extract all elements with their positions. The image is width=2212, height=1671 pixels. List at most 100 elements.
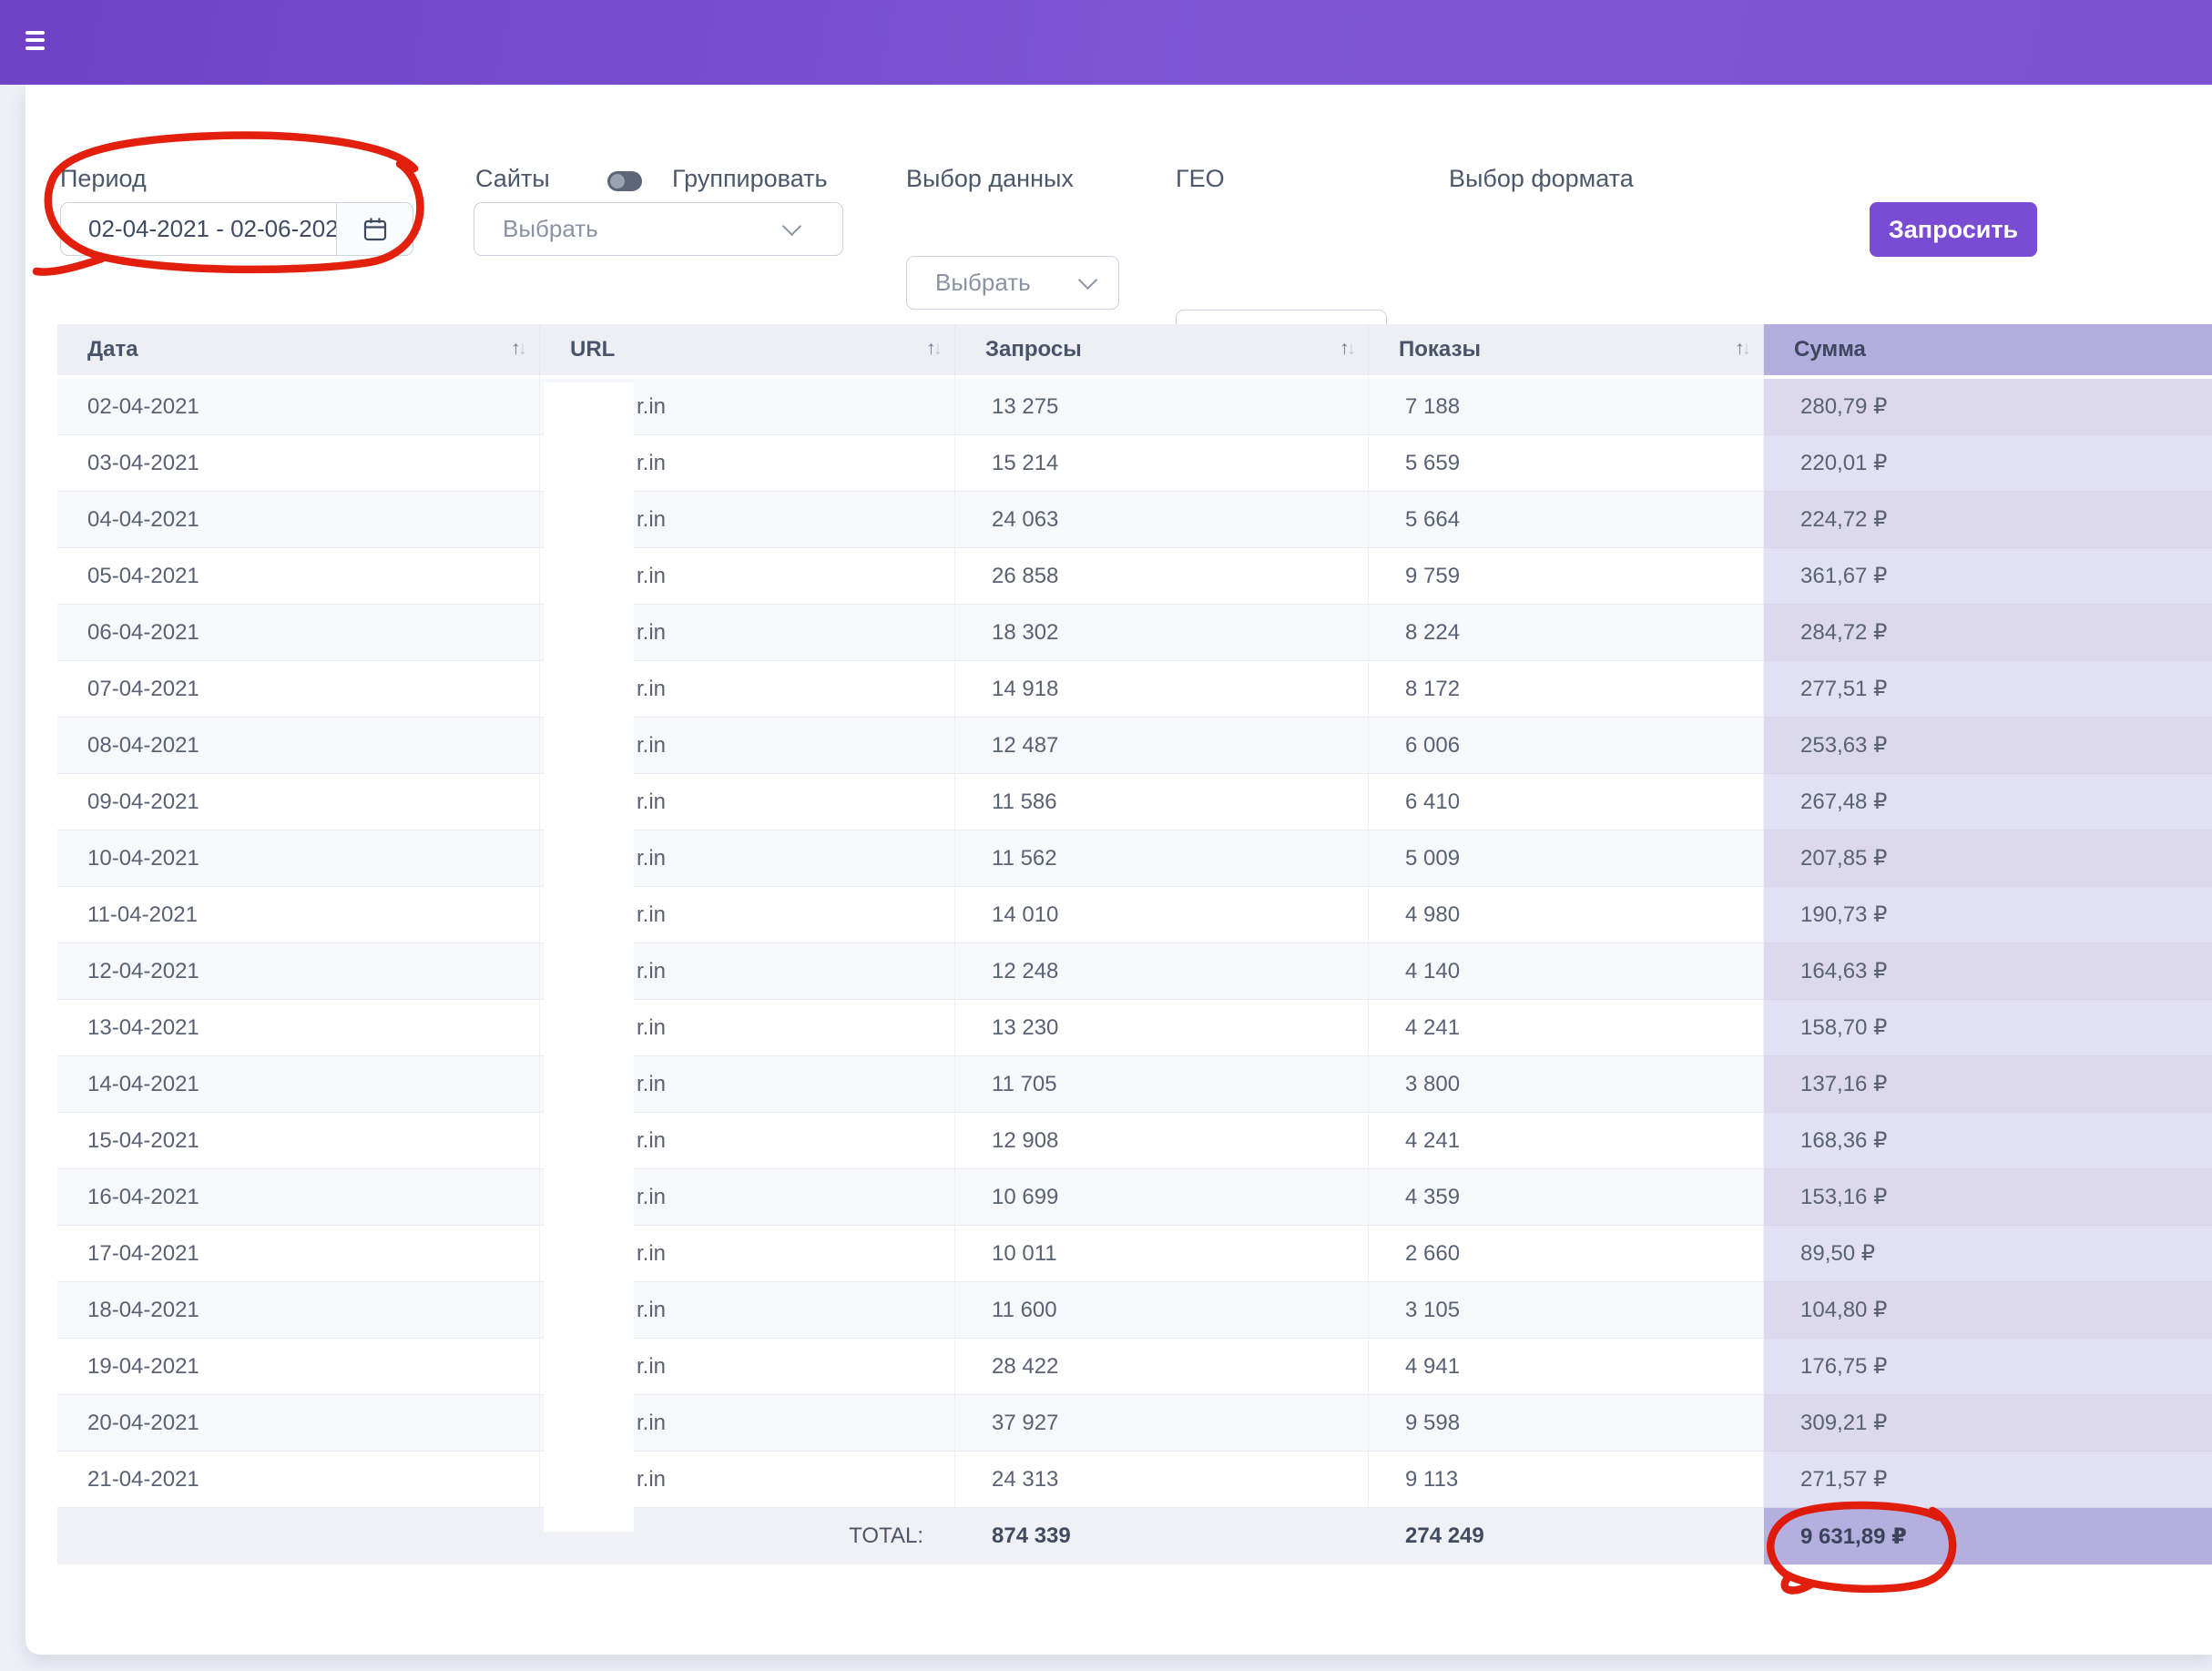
- table-row: 07-04-2021 r.in 14 918 8 172 277,51 ₽: [57, 661, 2212, 718]
- stats-table: Дата ↑↓ URL ↑↓ Запросы ↑↓ Показы ↑↓ Сумм…: [57, 324, 2212, 1564]
- calendar-button[interactable]: [336, 203, 413, 255]
- table-row: 20-04-2021 r.in 37 927 9 598 309,21 ₽: [57, 1395, 2212, 1452]
- cell-impressions: 8 172: [1368, 661, 1763, 718]
- cell-impressions: 9 598: [1368, 1395, 1763, 1452]
- table-row: 19-04-2021 r.in 28 422 4 941 176,75 ₽: [57, 1339, 2212, 1395]
- table-row: 14-04-2021 r.in 11 705 3 800 137,16 ₽: [57, 1056, 2212, 1113]
- cell-impressions: 2 660: [1368, 1226, 1763, 1282]
- cell-impressions: 6 006: [1368, 718, 1763, 774]
- cell-impressions: 4 140: [1368, 943, 1763, 1000]
- column-header-url[interactable]: URL ↑↓: [539, 324, 954, 379]
- cell-amount: 271,57 ₽: [1763, 1452, 2212, 1508]
- cell-impressions: 9 113: [1368, 1452, 1763, 1508]
- cell-amount: 176,75 ₽: [1763, 1339, 2212, 1395]
- cell-amount: 253,63 ₽: [1763, 718, 2212, 774]
- total-amount: 9 631,89 ₽: [1763, 1508, 2212, 1564]
- cell-date: 17-04-2021: [57, 1226, 539, 1282]
- cell-amount: 137,16 ₽: [1763, 1056, 2212, 1113]
- column-header-date[interactable]: Дата ↑↓: [57, 324, 539, 379]
- column-header-requests[interactable]: Запросы ↑↓: [954, 324, 1368, 379]
- cell-requests: 12 487: [954, 718, 1368, 774]
- sites-select[interactable]: Выбрать: [474, 202, 843, 256]
- cell-impressions: 4 941: [1368, 1339, 1763, 1395]
- cell-impressions: 4 241: [1368, 1113, 1763, 1169]
- cell-requests: 13 230: [954, 1000, 1368, 1056]
- url-redaction-block: [544, 382, 634, 1532]
- cell-date: 12-04-2021: [57, 943, 539, 1000]
- cell-date: 21-04-2021: [57, 1452, 539, 1508]
- toggle-knob-icon: [610, 174, 625, 188]
- cell-impressions: 5 664: [1368, 492, 1763, 548]
- cell-amount: 280,79 ₽: [1763, 379, 2212, 435]
- table-row: 02-04-2021 r.in 13 275 7 188 280,79 ₽: [57, 379, 2212, 435]
- top-app-bar: [0, 0, 2212, 85]
- cell-date: 15-04-2021: [57, 1113, 539, 1169]
- cell-amount: 104,80 ₽: [1763, 1282, 2212, 1339]
- cell-date: 06-04-2021: [57, 605, 539, 661]
- cell-amount: 190,73 ₽: [1763, 887, 2212, 943]
- geo-select-label: ГЕО: [1176, 165, 1225, 192]
- cell-date: 08-04-2021: [57, 718, 539, 774]
- total-requests: 874 339: [954, 1508, 1368, 1564]
- table-row: 10-04-2021 r.in 11 562 5 009 207,85 ₽: [57, 830, 2212, 887]
- cell-date: 14-04-2021: [57, 1056, 539, 1113]
- table-row: 16-04-2021 r.in 10 699 4 359 153,16 ₽: [57, 1169, 2212, 1226]
- cell-date: 18-04-2021: [57, 1282, 539, 1339]
- sites-label: Сайты: [475, 165, 550, 192]
- submit-button[interactable]: Запросить: [1870, 202, 2037, 257]
- table-header-row: Дата ↑↓ URL ↑↓ Запросы ↑↓ Показы ↑↓ Сумм…: [57, 324, 2212, 379]
- format-select-label: Выбор формата: [1449, 165, 1634, 192]
- cell-date: 03-04-2021: [57, 435, 539, 492]
- cell-impressions: 4 241: [1368, 1000, 1763, 1056]
- cell-requests: 26 858: [954, 548, 1368, 605]
- menu-button[interactable]: [11, 19, 49, 57]
- cell-amount: 277,51 ₽: [1763, 661, 2212, 718]
- cell-impressions: 5 659: [1368, 435, 1763, 492]
- cell-amount: 164,63 ₽: [1763, 943, 2212, 1000]
- cell-requests: 11 600: [954, 1282, 1368, 1339]
- data-select[interactable]: Выбрать: [906, 256, 1119, 310]
- cell-amount: 267,48 ₽: [1763, 774, 2212, 830]
- cell-date: 02-04-2021: [57, 379, 539, 435]
- sort-icon: ↑↓: [1735, 338, 1751, 360]
- cell-date: 13-04-2021: [57, 1000, 539, 1056]
- table-row: 09-04-2021 r.in 11 586 6 410 267,48 ₽: [57, 774, 2212, 830]
- sort-icon: ↑↓: [1340, 338, 1356, 360]
- period-date-input[interactable]: [61, 203, 336, 255]
- cell-date: 10-04-2021: [57, 830, 539, 887]
- table-row: 18-04-2021 r.in 11 600 3 105 104,80 ₽: [57, 1282, 2212, 1339]
- cell-date: 20-04-2021: [57, 1395, 539, 1452]
- cell-amount: 309,21 ₽: [1763, 1395, 2212, 1452]
- cell-date: 07-04-2021: [57, 661, 539, 718]
- table-row: 05-04-2021 r.in 26 858 9 759 361,67 ₽: [57, 548, 2212, 605]
- column-header-amount: Сумма: [1763, 324, 2212, 379]
- cell-date: 16-04-2021: [57, 1169, 539, 1226]
- cell-amount: 158,70 ₽: [1763, 1000, 2212, 1056]
- table-row: 03-04-2021 r.in 15 214 5 659 220,01 ₽: [57, 435, 2212, 492]
- table-row: 08-04-2021 r.in 12 487 6 006 253,63 ₽: [57, 718, 2212, 774]
- cell-impressions: 3 105: [1368, 1282, 1763, 1339]
- column-header-impressions[interactable]: Показы ↑↓: [1368, 324, 1763, 379]
- calendar-icon: [363, 218, 386, 240]
- cell-date: 04-04-2021: [57, 492, 539, 548]
- cell-amount: 224,72 ₽: [1763, 492, 2212, 548]
- cell-amount: 168,36 ₽: [1763, 1113, 2212, 1169]
- hamburger-icon: [16, 30, 45, 50]
- chevron-down-icon: [781, 216, 802, 237]
- cell-amount: 284,72 ₽: [1763, 605, 2212, 661]
- table-row: 15-04-2021 r.in 12 908 4 241 168,36 ₽: [57, 1113, 2212, 1169]
- cell-impressions: 9 759: [1368, 548, 1763, 605]
- total-row: TOTAL: 874 339 274 249 9 631,89 ₽: [57, 1508, 2212, 1564]
- group-toggle[interactable]: [607, 171, 642, 191]
- sort-icon: ↑↓: [511, 338, 527, 360]
- cell-impressions: 4 980: [1368, 887, 1763, 943]
- table-row: 21-04-2021 r.in 24 313 9 113 271,57 ₽: [57, 1452, 2212, 1508]
- cell-requests: 13 275: [954, 379, 1368, 435]
- cell-requests: 24 313: [954, 1452, 1368, 1508]
- cell-requests: 12 908: [954, 1113, 1368, 1169]
- cell-requests: 10 699: [954, 1169, 1368, 1226]
- table-row: 12-04-2021 r.in 12 248 4 140 164,63 ₽: [57, 943, 2212, 1000]
- period-label: Период: [60, 165, 147, 192]
- cell-requests: 15 214: [954, 435, 1368, 492]
- cell-requests: 12 248: [954, 943, 1368, 1000]
